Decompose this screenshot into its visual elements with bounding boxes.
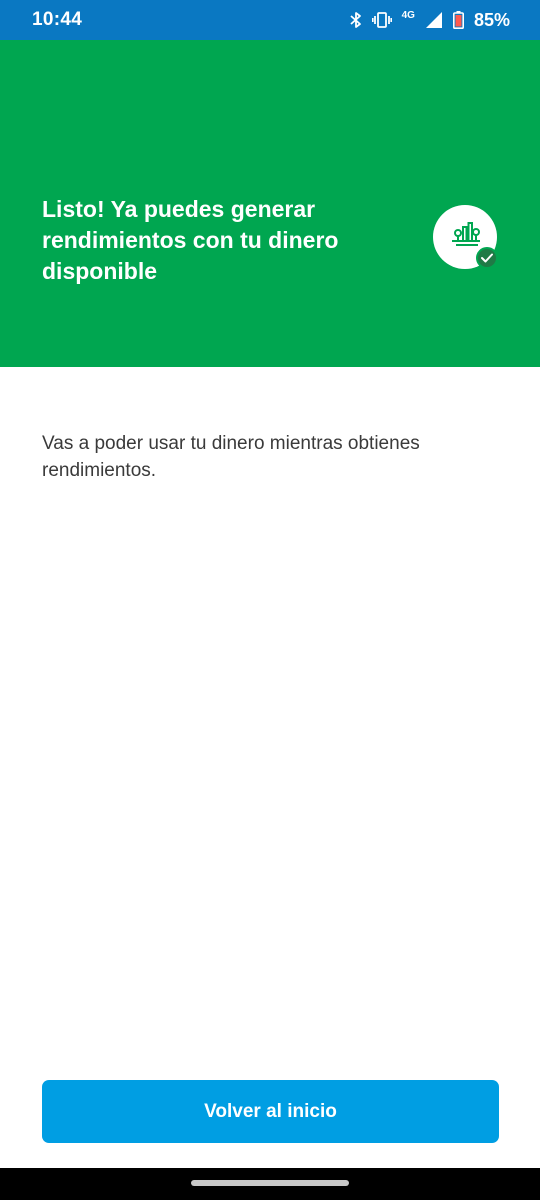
check-icon (476, 247, 498, 269)
network-type: 4G (401, 9, 415, 21)
success-message: Vas a poder usar tu dinero mientras obti… (42, 433, 420, 481)
navigation-bar (0, 1168, 540, 1200)
battery-icon (452, 11, 464, 29)
status-bar: 10:44 4G 85% (0, 0, 540, 40)
success-title: Listo! Ya puedes generar rendimientos co… (42, 196, 339, 284)
bluetooth-icon (350, 11, 362, 29)
home-indicator[interactable] (191, 1180, 349, 1186)
screen: 10:44 4G 85% Listo! Ya puedes generar re… (0, 0, 540, 1200)
success-header: Listo! Ya puedes generar rendimientos co… (0, 40, 540, 367)
back-to-home-button[interactable]: Volver al inicio (42, 1080, 499, 1143)
status-icons: 4G 85% (350, 8, 510, 32)
signal-icon (425, 11, 443, 29)
vibrate-icon (371, 11, 392, 29)
battery-percent: 85% (473, 9, 510, 30)
status-time: 10:44 (32, 9, 83, 30)
